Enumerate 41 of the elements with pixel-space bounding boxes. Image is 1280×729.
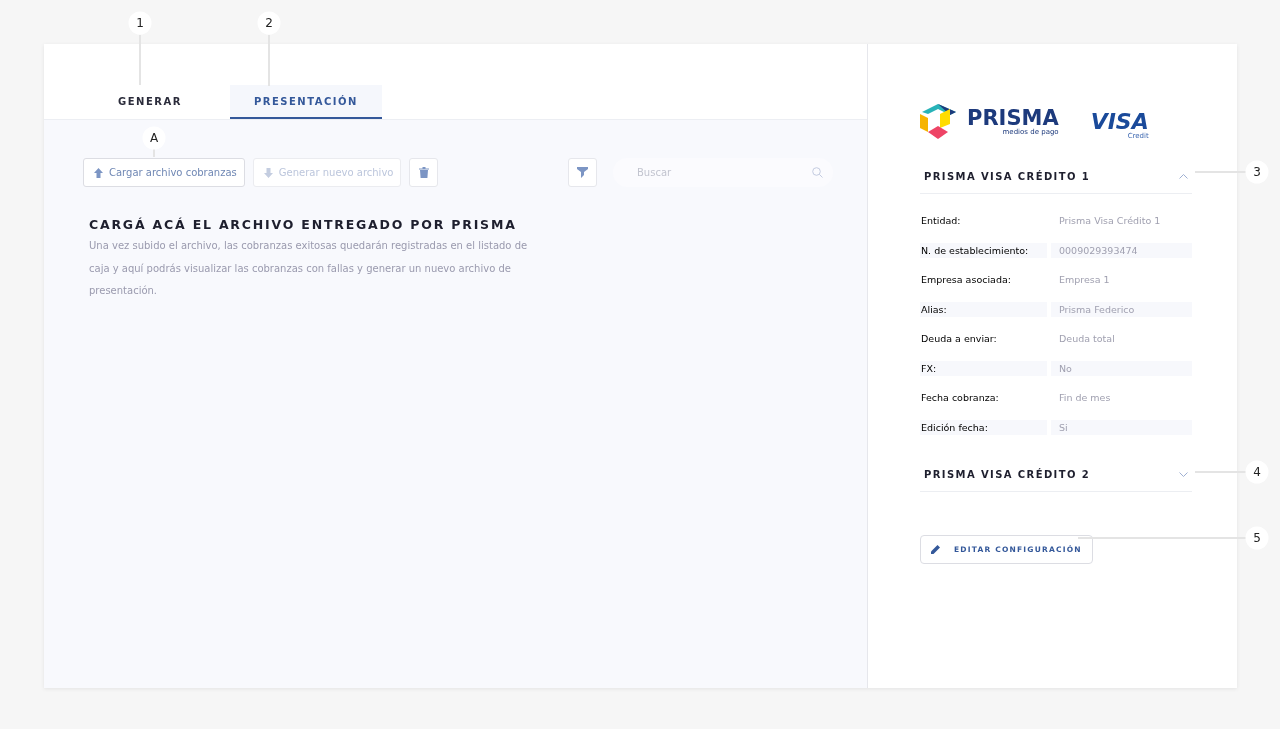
field-label: FX:	[920, 360, 1047, 376]
toolbar-button[interactable]: Cargar archivo cobranzas	[83, 158, 245, 187]
field-value: Prisma Federico	[1051, 301, 1192, 317]
field-value: Fin de mes	[1058, 391, 1112, 406]
cube-logo-icon	[920, 104, 957, 140]
download-arrow-icon	[263, 167, 273, 178]
accordion-header[interactable]: PRISMA VISA CRÉDITO 1	[920, 160, 1192, 194]
accordion-header[interactable]: PRISMA VISA CRÉDITO 2	[920, 458, 1192, 492]
field-label: Empresa asociada:	[920, 273, 1012, 288]
trash-icon	[418, 167, 429, 178]
field-label: Entidad:	[920, 214, 962, 229]
pencil-icon	[931, 545, 940, 554]
callout-marker: 5	[1245, 526, 1269, 550]
upload-arrow-icon	[94, 167, 103, 178]
filter-icon	[577, 167, 588, 178]
field-value: Empresa 1	[1058, 273, 1111, 288]
field-label: Edición fecha:	[920, 419, 1047, 435]
card-brand-name: VISA	[1090, 112, 1149, 132]
tab[interactable]: PRESENTACIÓN	[229, 85, 382, 119]
section-title: PRISMA VISA CRÉDITO 2	[924, 469, 1091, 480]
tab[interactable]: GENERAR	[94, 85, 206, 119]
callout-marker: 2	[257, 11, 281, 35]
field-label: Alias:	[920, 301, 1047, 317]
field-value: No	[1051, 360, 1192, 376]
field-value: Deuda total	[1058, 332, 1116, 347]
field-value: Si	[1051, 419, 1192, 435]
search-icon	[812, 167, 823, 178]
field-value: 0009029393474	[1051, 242, 1192, 258]
brand-name: PRISMA	[967, 108, 1059, 128]
callout-marker: 1	[128, 11, 152, 35]
delete-button[interactable]	[409, 158, 439, 187]
section-title: PRISMA VISA CRÉDITO 1	[924, 171, 1091, 182]
callout-marker: 3	[1245, 160, 1269, 184]
field-value: Prisma Visa Crédito 1	[1058, 214, 1162, 229]
callout-marker: 4	[1245, 460, 1269, 484]
field-label: Fecha cobranza:	[920, 391, 1000, 406]
intro-title: CARGÁ ACÁ EL ARCHIVO ENTREGADO POR PRISMA	[89, 217, 518, 232]
field-label: N. de establecimiento:	[920, 242, 1047, 258]
filter-button[interactable]	[568, 158, 597, 187]
field-label: Deuda a enviar:	[920, 332, 998, 347]
intro-text: Una vez subido el archivo, las cobranzas exitosas quedarán registradas en el listado de caja y aquí podrás visualizar las cobranzas con fallas y generar un nuevo archivo de presentación.	[89, 239, 529, 298]
